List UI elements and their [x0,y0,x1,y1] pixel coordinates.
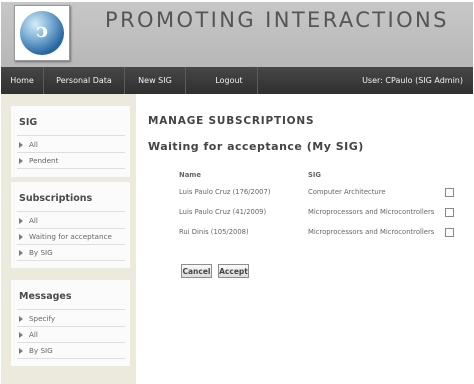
divider [17,168,125,169]
arrow-right-icon [19,250,23,256]
divider [17,211,125,212]
logo[interactable]: ↄ [14,5,70,61]
sidebar-item-messages-by-sig[interactable]: By SIG [17,345,125,358]
nav-home[interactable]: Home [1,67,43,94]
subscriptions-panel-title: Subscriptions [19,193,93,204]
arrow-right-icon [19,142,23,148]
sidebar-item-subscriptions-all[interactable]: All [17,215,125,228]
arrow-right-icon [19,348,23,354]
row-checkbox[interactable] [445,228,454,237]
site-title: PROMOTING INTERACTIONS [105,8,449,32]
row-name: Luis Paulo Cruz (41/2009) [179,208,267,216]
row-name: Rui Dinis (105/2008) [179,228,249,236]
page-title: MANAGE SUBSCRIPTIONS [148,115,315,127]
messages-panel-title: Messages [19,291,72,302]
column-header-sig: SIG [308,171,322,179]
sidebar-item-subscriptions-by-sig[interactable]: By SIG [17,247,125,260]
arrow-right-icon [19,316,23,322]
site-header: ↄ PROMOTING INTERACTIONS [1,2,473,67]
current-user: User: CPaulo (SIG Admin) [362,76,463,85]
row-sig: Microprocessors and Microcontrollers [308,208,435,216]
nav-new-sig[interactable]: New SIG [125,67,185,94]
row-sig: Microprocessors and Microcontrollers [308,228,435,236]
logo-mark: ↄ [35,18,49,42]
divider [17,309,125,310]
main-content: MANAGE SUBSCRIPTIONS Waiting for accepta… [139,94,473,384]
row-checkbox[interactable] [445,208,454,217]
sidebar-item-sig-all[interactable]: All [17,139,125,152]
nav-logout[interactable]: Logout [201,67,257,94]
sidebar-item-waiting-for-acceptance[interactable]: Waiting for acceptance [17,231,125,244]
divider [17,358,125,359]
row-name: Luis Paulo Cruz (176/2007) [179,188,271,196]
divider [17,326,125,327]
nav-personal-data[interactable]: Personal Data [44,67,124,94]
sidebar-item-messages-specify[interactable]: Specify [17,313,125,326]
arrow-right-icon [19,332,23,338]
divider [17,244,125,245]
arrow-right-icon [19,218,23,224]
arrow-right-icon [19,158,23,164]
main-nav: Home Personal Data New SIG Logout User: … [1,67,473,94]
arrow-right-icon [19,234,23,240]
sig-panel: SIG All Pendent [11,106,130,177]
accept-button[interactable]: Accept [218,264,249,278]
section-title: Waiting for acceptance (My SIG) [148,140,364,153]
cancel-button[interactable]: Cancel [181,264,212,278]
messages-panel: Messages Specify All By SIG [11,280,130,366]
divider [17,135,125,136]
nav-divider [257,67,258,94]
divider [17,152,125,153]
column-header-name: Name [179,171,201,179]
sig-panel-title: SIG [19,117,38,128]
sidebar-item-messages-all[interactable]: All [17,329,125,342]
sidebar: SIG All Pendent Subscriptions All Waitin… [1,94,136,384]
sidebar-item-sig-pendent[interactable]: Pendent [17,155,125,168]
row-checkbox[interactable] [445,188,454,197]
divider [17,228,125,229]
divider [17,342,125,343]
row-sig: Computer Architecture [308,188,386,196]
nav-divider [185,67,186,94]
divider [17,260,125,261]
subscriptions-panel: Subscriptions All Waiting for acceptance… [11,182,130,268]
